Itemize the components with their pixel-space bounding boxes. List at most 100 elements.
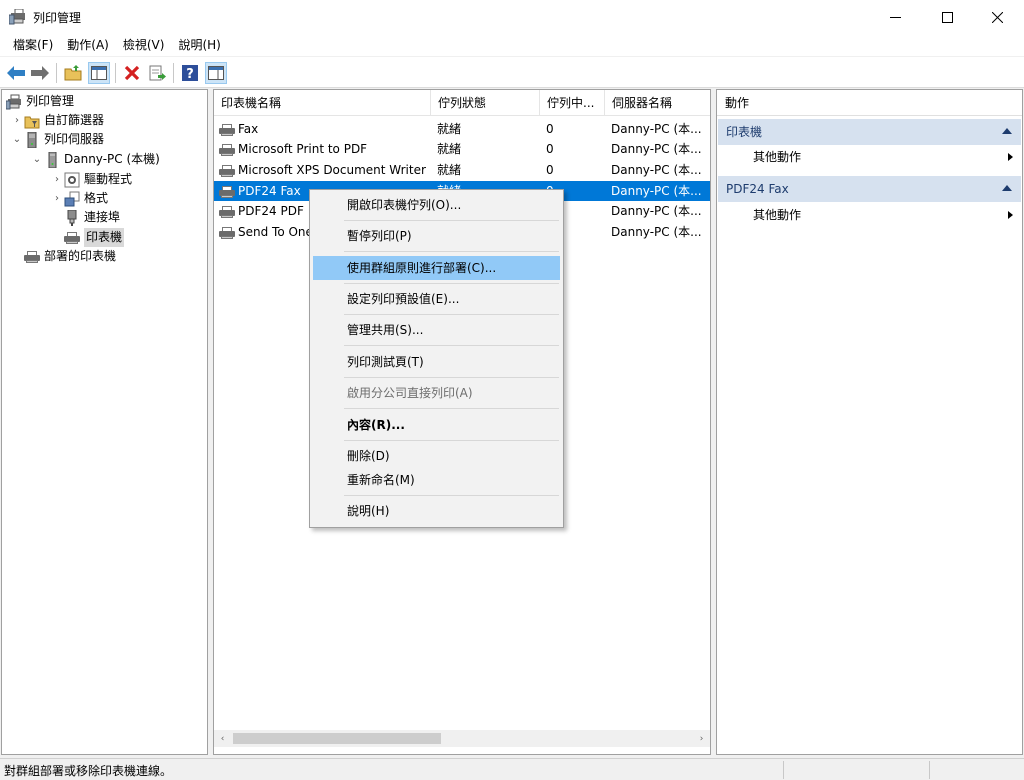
- menu-item-open-printer-queue[interactable]: 開啟印表機佇列(O)...: [313, 193, 560, 217]
- horizontal-scrollbar[interactable]: ‹ ›: [214, 730, 710, 747]
- menu-item-set-printing-defaults[interactable]: 設定列印預設值(E)...: [313, 287, 560, 311]
- tree-item-label: 列印伺服器: [44, 132, 105, 146]
- tree-item-ports[interactable]: 連接埠: [50, 208, 120, 227]
- tree-item-forms[interactable]: › 格式: [50, 189, 108, 208]
- export-list-button[interactable]: [146, 62, 168, 84]
- table-row[interactable]: Microsoft XPS Document Writer 就緒 0 Danny…: [214, 160, 710, 180]
- tree-item-print-management[interactable]: 列印管理: [2, 92, 74, 111]
- delete-button[interactable]: [121, 62, 143, 84]
- up-level-button[interactable]: [62, 62, 84, 84]
- queue-status: 就緒: [437, 163, 462, 177]
- more-actions-item[interactable]: 其他動作: [718, 203, 1021, 227]
- printer-icon: [219, 225, 236, 239]
- table-row[interactable]: Fax 就緒 0 Danny-PC (本...: [214, 119, 710, 139]
- expand-icon[interactable]: ›: [10, 111, 24, 130]
- forward-button[interactable]: [29, 62, 51, 84]
- section-title: 印表機: [726, 125, 763, 139]
- jobs-in-queue: 0: [546, 163, 554, 177]
- up-folder-icon: [64, 65, 82, 81]
- menu-separator: [344, 408, 559, 409]
- more-actions-item[interactable]: 其他動作: [718, 145, 1021, 169]
- collapse-icon[interactable]: ⌄: [30, 150, 44, 169]
- column-header-server-name[interactable]: 伺服器名稱: [605, 90, 710, 116]
- section-title: PDF24 Fax: [726, 182, 789, 196]
- menu-item-deploy-with-group-policy[interactable]: 使用群組原則進行部署(C)...: [313, 256, 560, 280]
- expand-icon[interactable]: ›: [50, 189, 64, 208]
- export-list-icon: [149, 65, 166, 81]
- action-pane-title: 動作: [717, 90, 1022, 116]
- scroll-left-button[interactable]: ‹: [214, 730, 231, 747]
- printer-name: PDF24 PDF: [238, 204, 304, 218]
- server-name: Danny-PC (本...: [611, 204, 702, 218]
- status-divider: [929, 761, 930, 779]
- column-header-jobs-in-queue[interactable]: 佇列中...: [540, 90, 605, 116]
- column-header-printer-name[interactable]: 印表機名稱: [214, 90, 431, 116]
- menu-file[interactable]: 檔案(F): [6, 35, 60, 55]
- collapse-icon[interactable]: ⌄: [10, 130, 24, 149]
- toolbar-separator: [173, 63, 174, 83]
- printer-name: Fax: [238, 122, 259, 136]
- deployed-printer-icon: [24, 249, 40, 265]
- tree-item-drivers[interactable]: › 驅動程式: [50, 170, 132, 189]
- menu-view[interactable]: 檢視(V): [116, 35, 172, 55]
- print-management-icon: [6, 94, 21, 109]
- menu-item-properties[interactable]: 內容(R)...: [313, 413, 560, 437]
- scroll-right-button[interactable]: ›: [693, 730, 710, 747]
- column-header-queue-status[interactable]: 佇列狀態: [431, 90, 540, 116]
- collapse-caret-icon[interactable]: [1002, 128, 1012, 134]
- server-name: Danny-PC (本...: [611, 122, 702, 136]
- minimize-button[interactable]: [872, 0, 918, 34]
- computer-icon: [48, 151, 57, 168]
- print-management-icon: [9, 9, 25, 25]
- action-section-selected-printer[interactable]: PDF24 Fax: [718, 176, 1021, 202]
- menu-bar: 檔案(F) 動作(A) 檢視(V) 說明(H): [0, 34, 1024, 56]
- title-bar: 列印管理: [0, 0, 1024, 34]
- back-arrow-icon: [7, 66, 25, 80]
- collapse-caret-icon[interactable]: [1002, 185, 1012, 191]
- show-hide-action-pane-button[interactable]: [205, 62, 227, 84]
- forms-icon: [64, 191, 80, 206]
- table-row[interactable]: Microsoft Print to PDF 就緒 0 Danny-PC (本.…: [214, 139, 710, 159]
- help-button[interactable]: ?: [179, 62, 201, 84]
- menu-item-pause-printing[interactable]: 暫停列印(P): [313, 224, 560, 248]
- minimize-icon: [889, 16, 901, 18]
- show-hide-tree-button[interactable]: [88, 62, 110, 84]
- tree-item-print-servers[interactable]: ⌄ 列印伺服器: [10, 130, 104, 149]
- tree-item-label: 連接埠: [84, 210, 121, 224]
- printer-icon: [64, 230, 80, 246]
- tree-item-label: Danny-PC (本機): [64, 152, 160, 166]
- printer-icon: [219, 184, 236, 198]
- menu-separator: [344, 377, 559, 378]
- printer-name: Microsoft Print to PDF: [238, 142, 368, 156]
- menu-separator: [344, 220, 559, 221]
- menu-action[interactable]: 動作(A): [60, 35, 116, 55]
- expand-icon[interactable]: ›: [50, 170, 64, 189]
- menu-item-delete[interactable]: 刪除(D): [313, 444, 560, 468]
- menu-help[interactable]: 說明(H): [171, 35, 227, 55]
- menu-item-enable-branch-office-direct-printing: 啟用分公司直接列印(A): [347, 386, 473, 400]
- back-button[interactable]: [5, 62, 27, 84]
- show-hide-action-pane-icon: [208, 66, 224, 80]
- tree-item-deployed-printers[interactable]: 部署的印表機: [10, 247, 116, 266]
- action-pane: 動作 印表機 其他動作 PDF24 Fax 其他動作: [716, 89, 1023, 755]
- menu-item-print-test-page[interactable]: 列印測試頁(T): [313, 350, 560, 374]
- action-section-printers[interactable]: 印表機: [718, 119, 1021, 145]
- tree-item-custom-filters[interactable]: › 自訂篩選器: [10, 111, 104, 130]
- status-bar: 對群組部署或移除印表機連線。: [0, 758, 1024, 780]
- tree-item-label: 自訂篩選器: [44, 113, 105, 127]
- submenu-arrow-icon: [1008, 153, 1013, 161]
- maximize-button[interactable]: [924, 0, 970, 34]
- menu-item-manage-sharing[interactable]: 管理共用(S)...: [313, 318, 560, 342]
- close-button[interactable]: [974, 0, 1020, 34]
- menu-item-help[interactable]: 說明(H): [313, 499, 560, 523]
- printer-name: Microsoft XPS Document Writer: [238, 163, 426, 177]
- menu-item-rename[interactable]: 重新命名(M): [313, 468, 560, 492]
- tree-item-label: 列印管理: [26, 94, 75, 108]
- status-text: 對群組部署或移除印表機連線。: [4, 764, 173, 778]
- toolbar-separator: [115, 63, 116, 83]
- toolbar-separator: [56, 63, 57, 83]
- scrollbar-thumb[interactable]: [233, 733, 441, 744]
- help-icon: ?: [182, 65, 198, 81]
- tree-item-local-server[interactable]: ⌄ Danny-PC (本機): [30, 150, 160, 169]
- tree-item-printers[interactable]: 印表機: [50, 228, 125, 247]
